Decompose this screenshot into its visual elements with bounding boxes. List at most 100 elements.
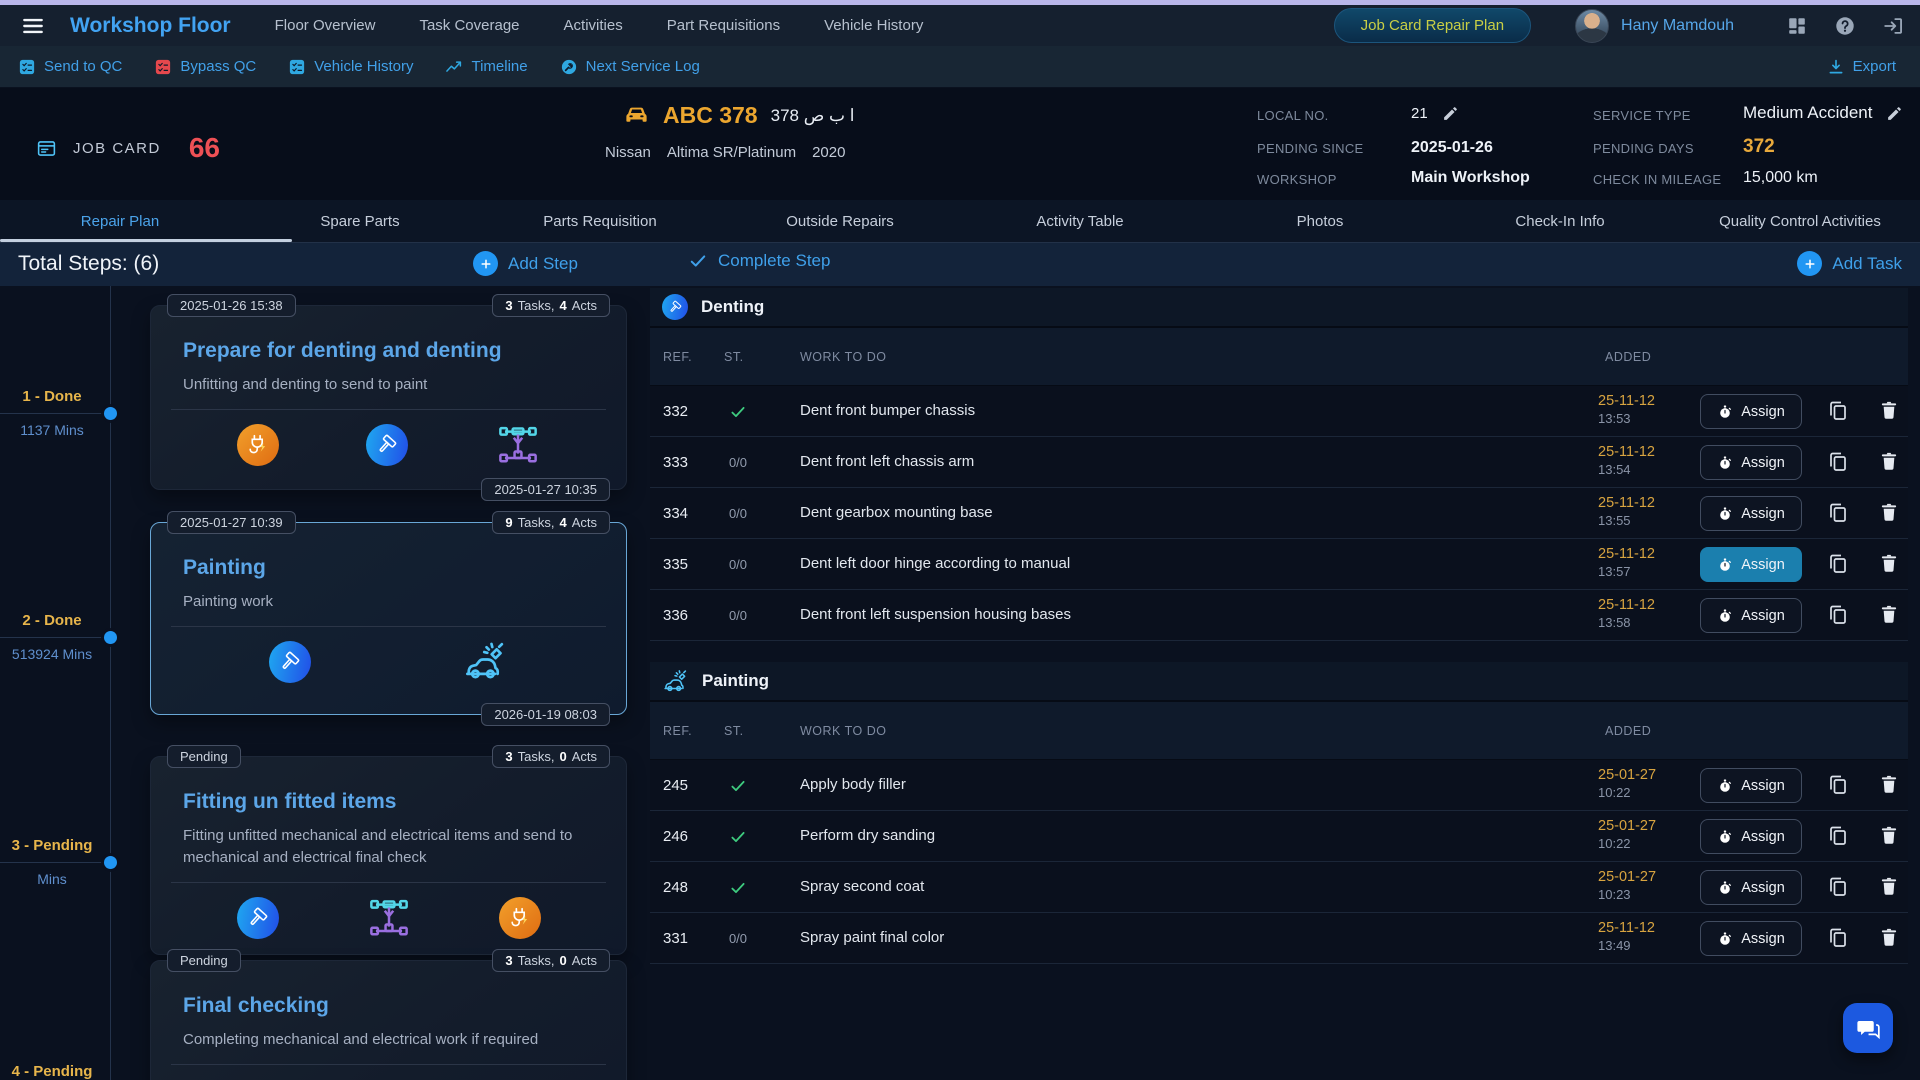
assign-button[interactable]: Assign (1700, 921, 1802, 956)
vehicle-year: 2020 (812, 144, 845, 161)
assign-button[interactable]: Assign (1700, 496, 1802, 531)
status-count: 0/0 (714, 590, 762, 641)
work-description: Dent gearbox mounting base (800, 504, 993, 521)
app-brand[interactable]: Workshop Floor (70, 14, 231, 38)
hamburger-menu-icon[interactable] (20, 13, 46, 39)
job-card-repair-plan-button[interactable]: Job Card Repair Plan (1334, 8, 1531, 43)
copy-icon[interactable] (1826, 875, 1850, 899)
timeline-button[interactable]: Timeline (445, 58, 527, 76)
next-service-log-button[interactable]: Next Service Log (560, 58, 700, 76)
assign-button[interactable]: Assign (1700, 394, 1802, 429)
section-header-painting: Painting (650, 662, 1908, 702)
tab-quality-control-activities[interactable]: Quality Control Activities (1680, 200, 1920, 242)
step-description: Fitting unfitted mechanical and electric… (183, 825, 594, 869)
work-row-334: 334 0/0 Dent gearbox mounting base 25-11… (650, 488, 1908, 539)
assign-button[interactable]: Assign (1700, 445, 1802, 480)
work-ref: 332 (663, 403, 688, 420)
export-button[interactable]: Export (1827, 58, 1896, 76)
work-description: Spray paint final color (800, 929, 944, 946)
copy-icon[interactable] (1826, 926, 1850, 950)
chat-button[interactable] (1843, 1003, 1893, 1053)
vehicle-history-button[interactable]: Vehicle History (288, 58, 413, 76)
user-name[interactable]: Hany Mamdouh (1621, 17, 1734, 35)
copy-icon[interactable] (1826, 824, 1850, 848)
copy-icon[interactable] (1826, 773, 1850, 797)
delete-icon[interactable] (1878, 926, 1900, 948)
send-to-qc-button[interactable]: Send to QC (18, 58, 122, 76)
logout-icon[interactable] (1882, 15, 1904, 37)
tab-outside-repairs[interactable]: Outside Repairs (720, 200, 960, 242)
assign-button[interactable]: Assign (1700, 819, 1802, 854)
timeline-step-2-dot[interactable] (104, 631, 117, 644)
help-icon[interactable] (1834, 15, 1856, 37)
timeline-axis (110, 286, 111, 1080)
delete-icon[interactable] (1878, 773, 1900, 795)
step-card-final-checking[interactable]: Pending 3Tasks,0Acts Final checking Comp… (150, 960, 627, 1080)
copy-icon[interactable] (1826, 450, 1850, 474)
assign-button-active[interactable]: Assign (1700, 547, 1802, 582)
delete-icon[interactable] (1878, 875, 1900, 897)
delete-icon[interactable] (1878, 399, 1900, 421)
step-activity-icons (151, 631, 626, 693)
add-task-button[interactable]: Add Task (1797, 251, 1902, 276)
work-row-335: 335 0/0 Dent left door hinge according t… (650, 539, 1908, 590)
tab-parts-requisition[interactable]: Parts Requisition (480, 200, 720, 242)
delete-icon[interactable] (1878, 501, 1900, 523)
workshop-floor-app: Workshop Floor Floor Overview Task Cover… (0, 0, 1920, 1080)
copy-icon[interactable] (1826, 603, 1850, 627)
edit-local-no-icon[interactable] (1442, 105, 1459, 122)
next-service-log-icon (560, 58, 578, 76)
bypass-qc-button[interactable]: Bypass QC (154, 58, 256, 76)
work-ref: 334 (663, 505, 688, 522)
assign-button[interactable]: Assign (1700, 870, 1802, 905)
nav-item-activities[interactable]: Activities (564, 17, 623, 34)
tab-spare-parts[interactable]: Spare Parts (240, 200, 480, 242)
chassis-icon (366, 895, 412, 941)
paint-spray-car-icon (462, 639, 508, 685)
nav-item-vehicle-history[interactable]: Vehicle History (824, 17, 923, 34)
vehicle-plate: ABC 378 378 ا ب ص (623, 102, 854, 129)
delete-icon[interactable] (1878, 603, 1900, 625)
edit-service-type-icon[interactable] (1886, 105, 1903, 122)
step-card-painting[interactable]: 2025-01-27 10:39 9Tasks,4Acts Painting P… (150, 522, 627, 715)
pending-since-value: 2025-01-26 (1411, 139, 1493, 157)
assign-button[interactable]: Assign (1700, 768, 1802, 803)
step-title: Fitting un fitted items (183, 790, 594, 814)
work-ref: 335 (663, 556, 688, 573)
stopwatch-icon (1717, 829, 1733, 845)
nav-item-floor-overview[interactable]: Floor Overview (275, 17, 376, 34)
user-avatar[interactable] (1575, 9, 1609, 43)
assign-button[interactable]: Assign (1700, 598, 1802, 633)
vehicle-model: Altima SR/Platinum (667, 144, 796, 161)
step-description: Unfitting and denting to send to paint (183, 374, 594, 396)
col-ref: REF. (663, 724, 692, 738)
add-step-button[interactable]: Add Step (473, 251, 578, 276)
work-row-245: 245 Apply body filler 25-01-2710:22 Assi… (650, 760, 1908, 811)
tab-photos[interactable]: Photos (1200, 200, 1440, 242)
copy-icon[interactable] (1826, 501, 1850, 525)
timeline-step-4-status: 4 - Pending (0, 1063, 104, 1080)
col-added: ADDED (1605, 350, 1651, 364)
step-card-prepare-for-denting[interactable]: 2025-01-26 15:38 3Tasks,4Acts Prepare fo… (150, 305, 627, 490)
delete-icon[interactable] (1878, 552, 1900, 574)
job-card-id: JOB CARD 66 (36, 132, 220, 164)
workshop-label: WORKSHOP (1257, 172, 1337, 187)
nav-item-task-coverage[interactable]: Task Coverage (419, 17, 519, 34)
timeline-step-1-dot[interactable] (104, 407, 117, 420)
step-card-fitting-unfitted-items[interactable]: Pending 3Tasks,0Acts Fitting un fitted i… (150, 756, 627, 955)
delete-icon[interactable] (1878, 450, 1900, 472)
complete-step-button[interactable]: Complete Step (688, 251, 830, 271)
tab-repair-plan[interactable]: Repair Plan (0, 200, 240, 242)
timeline-step-3-dot[interactable] (104, 856, 117, 869)
delete-icon[interactable] (1878, 824, 1900, 846)
tab-activity-table[interactable]: Activity Table (960, 200, 1200, 242)
tab-check-in-info[interactable]: Check-In Info (1440, 200, 1680, 242)
nav-item-part-requisitions[interactable]: Part Requisitions (667, 17, 780, 34)
apps-grid-icon[interactable] (1786, 15, 1808, 37)
added-datetime: 25-11-1213:55 (1598, 495, 1655, 528)
card-divider (171, 882, 606, 883)
card-divider (171, 409, 606, 410)
copy-icon[interactable] (1826, 552, 1850, 576)
copy-icon[interactable] (1826, 399, 1850, 423)
main-nav: Floor Overview Task Coverage Activities … (275, 17, 924, 34)
